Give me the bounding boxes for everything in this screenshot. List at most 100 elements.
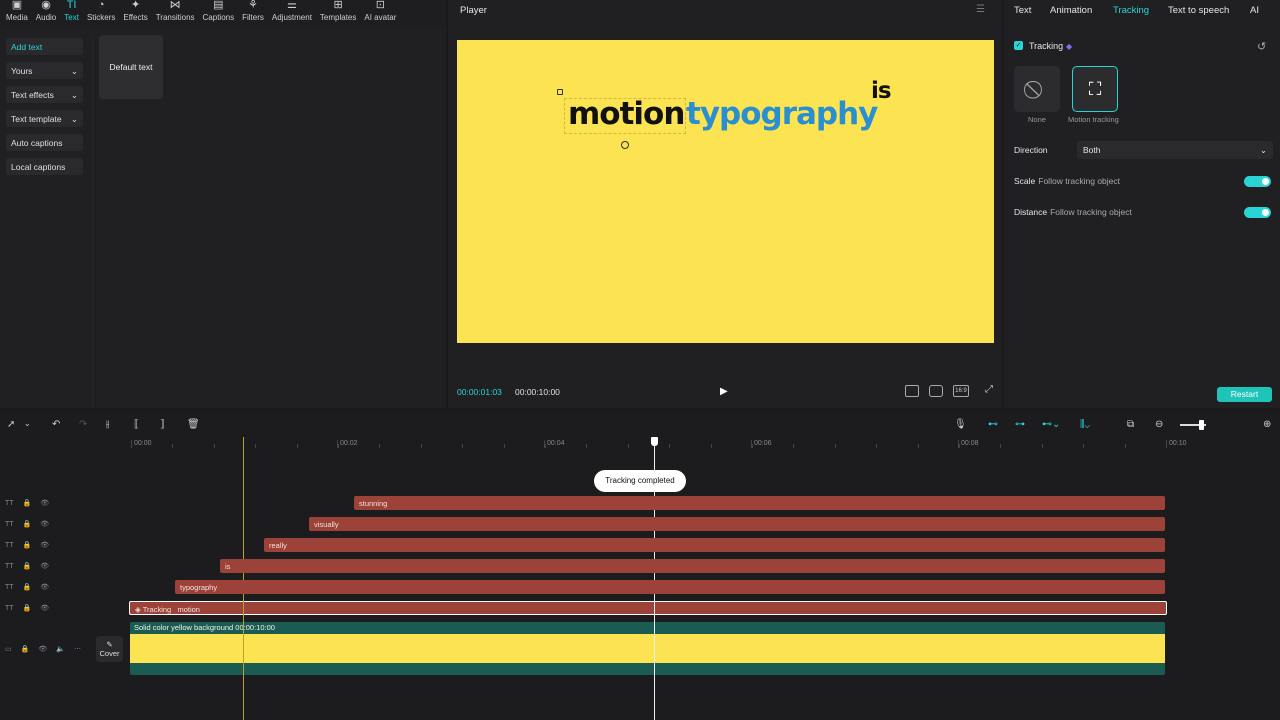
undo-icon[interactable]: ↶ (52, 419, 60, 430)
screenshot-icon[interactable] (929, 385, 943, 397)
toolbar-ai-avatar[interactable]: ⊡ AI avatar (360, 0, 400, 26)
scale-toggle[interactable] (1244, 176, 1271, 187)
templates-icon: ⊞ (333, 0, 343, 11)
zoom-slider-knob[interactable] (1199, 420, 1204, 430)
distance-toggle[interactable] (1244, 207, 1271, 218)
toolbar-captions[interactable]: ▤ Captions (199, 0, 239, 26)
ai-avatar-icon: ⊡ (375, 0, 385, 11)
lock-icon[interactable]: 🔒 (23, 583, 32, 591)
direction-select[interactable]: Both ⌄ (1077, 141, 1273, 159)
tab-animation[interactable]: Animation (1050, 5, 1092, 16)
align-icon[interactable]: ⫼⌄ (1080, 419, 1090, 430)
eye-icon[interactable]: 👁 (40, 499, 49, 507)
option-none[interactable]: ⃠ (1014, 66, 1060, 112)
toolbar-media[interactable]: ▣ Media (2, 0, 32, 26)
edit-icon: ✎ (106, 640, 113, 649)
word-is[interactable]: is (871, 78, 892, 104)
toolbar-transitions[interactable]: ⋈ Transitions (152, 0, 199, 26)
eye-icon[interactable]: 👁 (40, 604, 49, 612)
split-icon[interactable]: ⫲ (106, 419, 109, 430)
play-button[interactable]: ▶ (720, 386, 728, 397)
toolbar-filters[interactable]: ⚘ Filters (238, 0, 268, 26)
nav-label: Add text (11, 42, 43, 52)
default-text-card[interactable]: Default text (99, 35, 163, 99)
tab-ai[interactable]: AI (1250, 5, 1259, 16)
word-typography[interactable]: typography (686, 96, 878, 132)
media-icon: ▣ (11, 0, 23, 11)
preview-canvas[interactable]: motion typography is (457, 40, 994, 343)
delete-icon[interactable]: 🗑 (187, 419, 200, 430)
aspect-ratio-button[interactable]: 16:9 (953, 385, 969, 397)
option-motion-tracking[interactable]: ⛶ (1072, 66, 1118, 112)
lock-icon[interactable]: 🔒 (23, 541, 32, 549)
toolbar-adjustment[interactable]: ⚌ Adjustment (268, 0, 316, 26)
nav-local-captions[interactable]: Local captions (6, 158, 83, 175)
lock-icon[interactable]: 🔒 (23, 520, 32, 528)
tracking-completed-toast: Tracking completed (594, 470, 686, 492)
tab-text[interactable]: Text (1014, 5, 1031, 16)
eye-icon[interactable]: 👁 (38, 645, 47, 653)
clip-motion[interactable]: ◈ Tracking motion (129, 601, 1167, 615)
clip-is[interactable]: is (220, 559, 1165, 573)
nav-add-text[interactable]: Add text (6, 38, 83, 55)
more-icon[interactable]: ⋯ (74, 645, 81, 653)
rotate-handle-icon[interactable] (621, 141, 629, 149)
nav-label: Yours (11, 66, 33, 76)
ruler-minor-tick (876, 444, 877, 448)
chevron-down-icon[interactable]: ⌄ (24, 419, 31, 428)
redo-icon[interactable]: ↷ (79, 419, 87, 430)
ruler-tick-label: 00:04 (547, 440, 565, 447)
nav-yours[interactable]: Yours ⌄ (6, 62, 83, 79)
lock-icon[interactable]: 🔒 (23, 562, 32, 570)
text-track-icon: TT (5, 541, 14, 549)
nav-label: Local captions (11, 162, 66, 172)
reset-icon[interactable]: ↺ (1257, 40, 1266, 53)
select-tool-icon[interactable]: ➚ (7, 419, 15, 430)
ruler-minor-tick (752, 444, 753, 448)
link-icon[interactable]: ⊷ (988, 419, 998, 430)
tab-text-to-speech[interactable]: Text to speech (1168, 5, 1229, 16)
clip-really[interactable]: really (264, 538, 1165, 552)
snap-icon[interactable]: ⊷⌄ (1042, 419, 1060, 430)
restart-button[interactable]: Restart (1217, 387, 1272, 402)
lock-icon[interactable]: 🔒 (21, 645, 30, 653)
tab-tracking[interactable]: Tracking (1113, 5, 1149, 16)
zoom-out-icon[interactable]: ⊖ (1155, 419, 1163, 430)
eye-icon[interactable]: 👁 (40, 562, 49, 570)
menu-icon[interactable]: ☰ (976, 4, 985, 15)
split-left-icon[interactable]: ⟦ (134, 419, 139, 430)
toolbar-templates[interactable]: ⊞ Templates (316, 0, 360, 26)
split-right-icon[interactable]: ⟧ (160, 419, 165, 430)
direction-value: Both (1083, 145, 1101, 155)
clip-stunning[interactable]: stunning (354, 496, 1165, 510)
expand-icon[interactable]: ⤢ (982, 385, 996, 397)
nav-text-template[interactable]: Text template ⌄ (6, 110, 83, 127)
tracking-checkbox[interactable]: ✓ (1014, 41, 1023, 50)
eye-icon[interactable]: 👁 (40, 583, 49, 591)
microphone-icon[interactable]: 🎙 (954, 419, 967, 430)
effects-icon: ✦ (130, 0, 141, 11)
lock-icon[interactable]: 🔒 (23, 499, 32, 507)
nav-auto-captions[interactable]: Auto captions (6, 134, 83, 151)
toolbar-audio[interactable]: ◉ Audio (32, 0, 60, 26)
resize-handle[interactable] (557, 89, 563, 95)
ruler-minor-tick (297, 444, 298, 448)
toolbar-text[interactable]: TI Text (60, 0, 83, 26)
word-motion[interactable]: motion (568, 96, 685, 132)
nav-text-effects[interactable]: Text effects ⌄ (6, 86, 83, 103)
option-motion-tracking-label: Motion tracking (1068, 115, 1119, 124)
toolbar-effects[interactable]: ✦ Effects (119, 0, 151, 26)
lock-icon[interactable]: 🔒 (23, 604, 32, 612)
toolbar-stickers[interactable]: ◔ Stickers (83, 0, 119, 26)
volume-icon[interactable]: 🔈 (56, 645, 65, 653)
clip-visually[interactable]: visually (309, 517, 1165, 531)
fullscreen-preview-icon[interactable] (905, 385, 919, 397)
preview-axis-icon[interactable]: ⧉ (1127, 419, 1134, 430)
eye-icon[interactable]: 👁 (40, 520, 49, 528)
cover-button[interactable]: ✎ Cover (96, 636, 123, 662)
zoom-in-icon[interactable]: ⊕ (1263, 419, 1271, 430)
clip-typography[interactable]: typography (175, 580, 1165, 594)
magnet-icon[interactable]: ⊶ (1015, 419, 1025, 430)
playhead-handle[interactable] (651, 437, 658, 446)
eye-icon[interactable]: 👁 (40, 541, 49, 549)
